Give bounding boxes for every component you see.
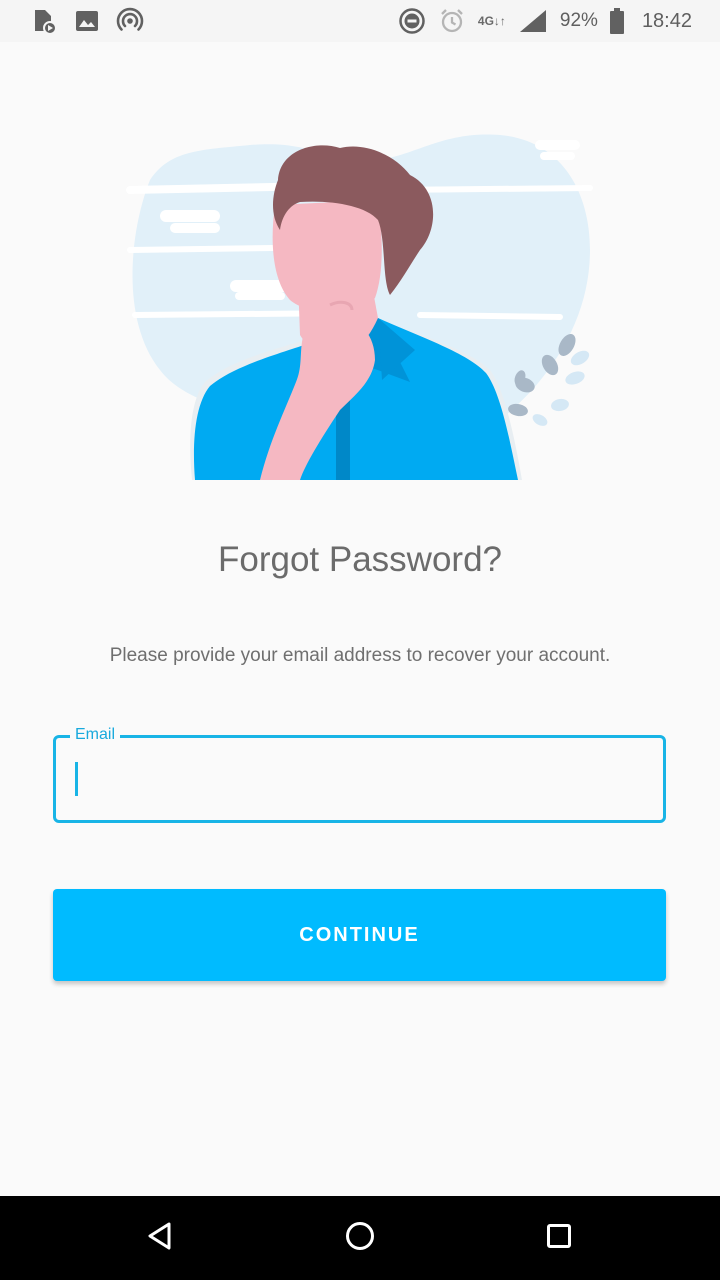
home-button[interactable] xyxy=(340,1218,380,1258)
recents-button[interactable] xyxy=(539,1218,579,1258)
media-notification-icon xyxy=(30,7,58,35)
hotspot-icon xyxy=(116,7,144,35)
recents-icon xyxy=(545,1222,573,1255)
back-icon xyxy=(146,1221,174,1256)
continue-button[interactable]: CONTINUE xyxy=(53,889,666,981)
network-type-text: 4G xyxy=(477,14,494,28)
email-label: Email xyxy=(70,725,121,745)
home-icon xyxy=(344,1220,376,1257)
status-bar-notifications xyxy=(30,0,144,42)
network-type-label: 4G ↓↑ xyxy=(478,15,506,27)
email-field[interactable]: Email xyxy=(53,725,666,823)
back-button[interactable] xyxy=(140,1218,180,1258)
gallery-notification-icon xyxy=(74,8,100,34)
do-not-disturb-icon xyxy=(398,7,426,35)
battery-icon xyxy=(609,8,624,34)
status-bar-system: 4G ↓↑ 92% 18:42 xyxy=(398,0,692,42)
forgot-password-screen: 4G ↓↑ 92% 18:42 Forgot Password? Please … xyxy=(0,0,720,1280)
navigation-bar xyxy=(0,1196,720,1280)
alarm-icon xyxy=(438,7,466,35)
page-title: Forgot Password? xyxy=(217,540,503,579)
page-subtitle: Please provide your email address to rec… xyxy=(109,645,611,666)
signal-icon xyxy=(518,8,548,34)
continue-button-label: CONTINUE xyxy=(299,923,420,946)
battery-percentage: 92% xyxy=(559,10,598,31)
status-bar: 4G ↓↑ 92% 18:42 xyxy=(0,0,720,42)
email-input[interactable] xyxy=(72,758,642,798)
clock: 18:42 xyxy=(641,9,692,32)
data-arrows-icon: ↓↑ xyxy=(493,14,506,28)
thinking-person-illustration xyxy=(120,120,600,485)
